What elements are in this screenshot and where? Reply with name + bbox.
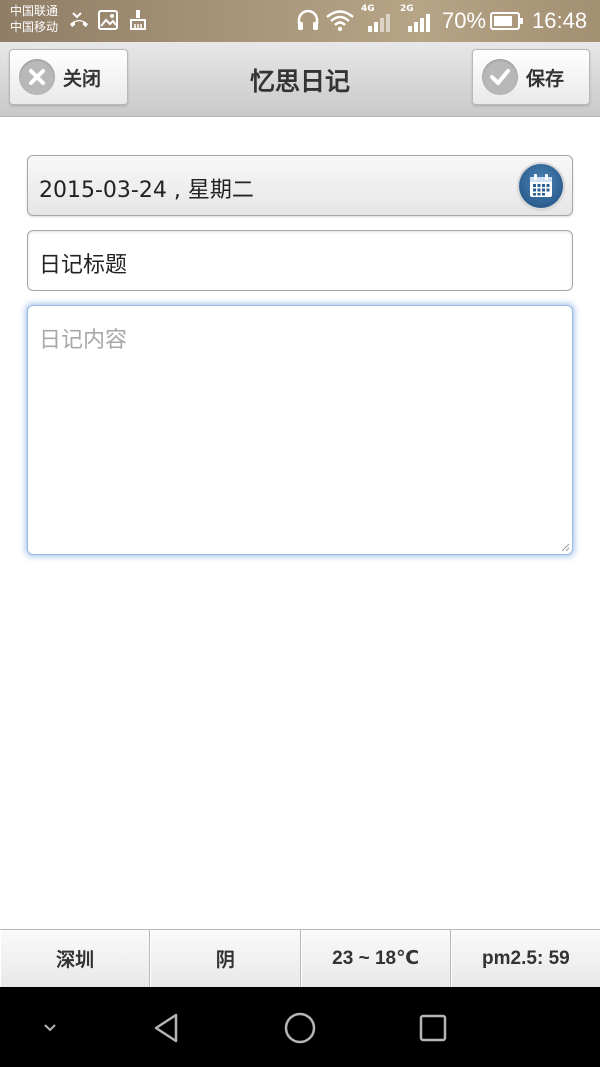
recent-apps-square-icon — [419, 1014, 447, 1042]
date-value: 2015-03-24 , 星期二 — [39, 178, 254, 203]
carrier-names: 中国联通 中国移动 — [10, 3, 58, 35]
diary-content-field — [27, 305, 573, 555]
close-icon — [19, 59, 55, 95]
carrier-1: 中国联通 — [10, 4, 59, 18]
carrier-2: 中国移动 — [10, 20, 59, 34]
diary-content-textarea[interactable] — [28, 306, 572, 554]
signal-icon-sim1 — [368, 14, 390, 32]
chevron-down-icon — [44, 1024, 56, 1032]
diary-title-input[interactable]: 日记标题 — [27, 230, 573, 291]
wifi-icon — [326, 10, 354, 32]
hide-nav-button[interactable] — [25, 1003, 75, 1053]
recent-apps-button[interactable] — [408, 1003, 458, 1053]
weather-condition: 阴 — [150, 930, 301, 987]
back-triangle-icon — [154, 1013, 178, 1043]
image-notification-icon — [98, 10, 118, 30]
close-button-label: 关闭 — [63, 67, 102, 90]
save-button[interactable]: 保存 — [472, 49, 590, 105]
network-4g-label: 4G — [361, 4, 375, 14]
back-button[interactable] — [142, 1003, 192, 1053]
home-circle-icon — [284, 1012, 316, 1044]
title-bar: 关闭 忆思日记 保存 — [0, 42, 600, 117]
missed-call-icon — [70, 12, 88, 27]
calendar-icon[interactable] — [519, 164, 563, 208]
battery-percent: 70% — [442, 8, 487, 33]
home-button[interactable] — [275, 1003, 325, 1053]
clock-time: 16:48 — [532, 8, 588, 33]
weather-bar: 深圳 阴 23 ~ 18℃ pm2.5: 59 — [0, 929, 600, 987]
weather-pm25: pm2.5: 59 — [450, 930, 600, 987]
close-button[interactable]: 关闭 — [9, 49, 128, 105]
weather-city: 深圳 — [0, 930, 151, 987]
signal-icon-sim2 — [408, 14, 430, 32]
date-picker-field[interactable]: 2015-03-24 , 星期二 — [27, 155, 573, 216]
cleaner-icon — [130, 10, 146, 30]
resize-grip-icon[interactable] — [560, 542, 570, 552]
network-2g-label: 2G — [400, 4, 414, 14]
save-button-label: 保存 — [526, 67, 565, 90]
navigation-bar — [0, 987, 600, 1067]
weather-temperature: 23 ~ 18℃ — [300, 930, 451, 987]
diary-title-value: 日记标题 — [39, 253, 128, 278]
battery-icon — [490, 12, 523, 30]
checkmark-icon — [482, 59, 518, 95]
status-bar: 中国联通 中国移动 4G 2G 70% 16:48 — [0, 0, 600, 42]
headphone-icon — [297, 9, 319, 30]
page-title: 忆思日记 — [249, 67, 350, 96]
